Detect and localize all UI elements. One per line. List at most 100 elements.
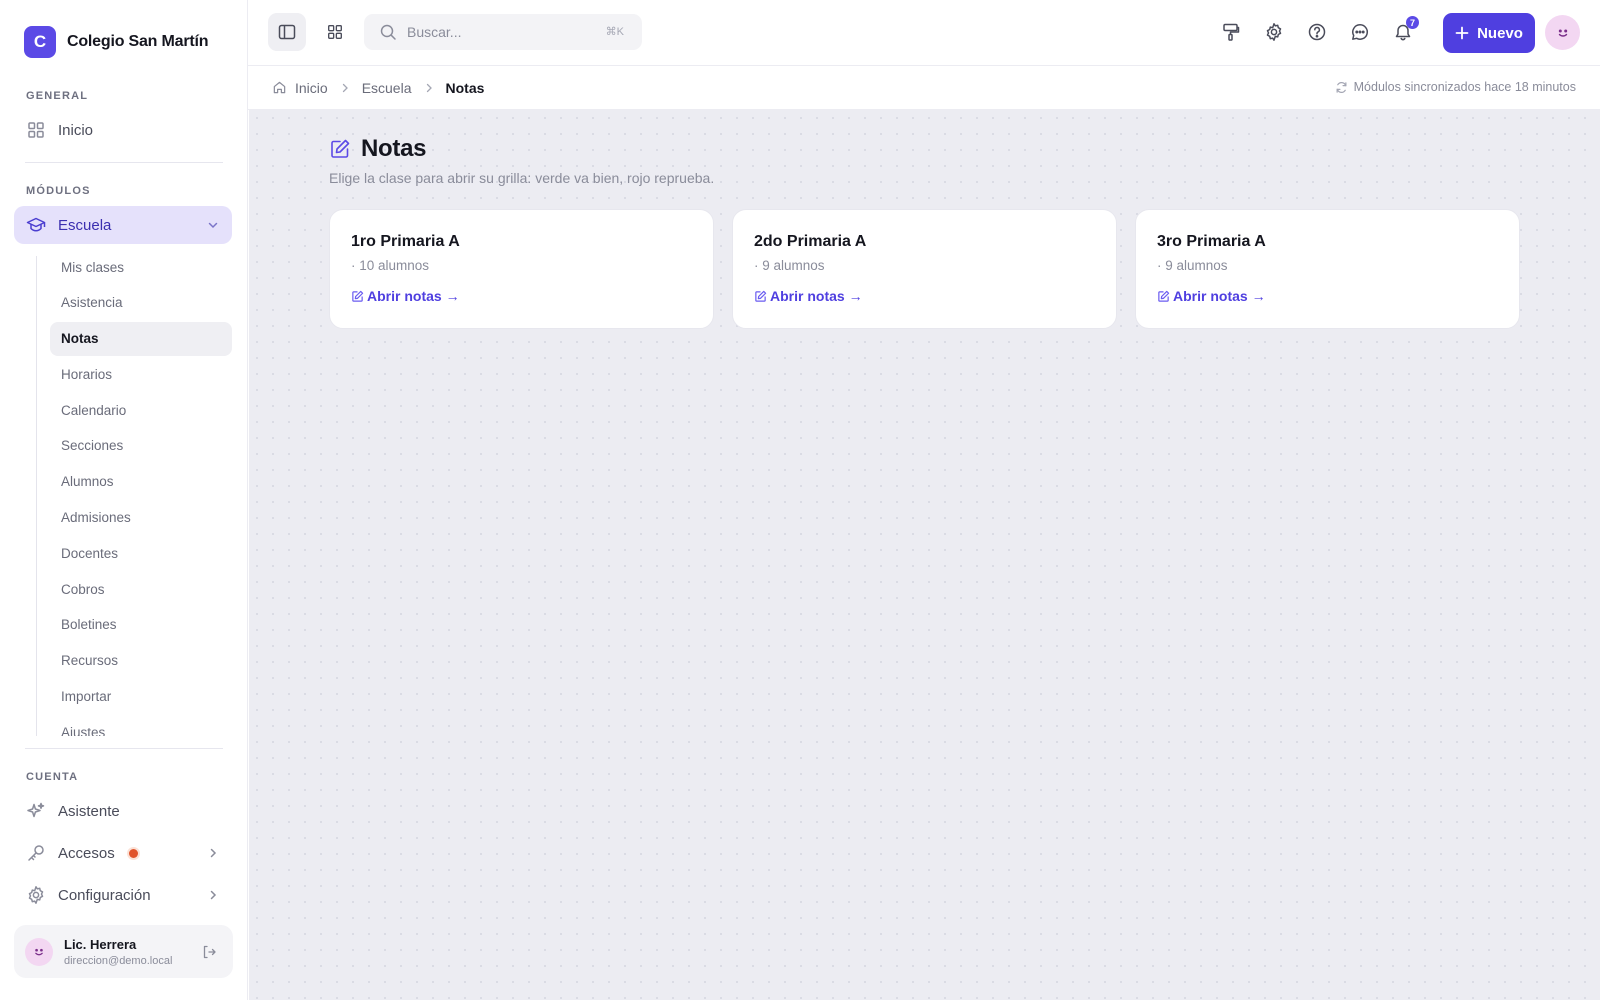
edit-icon bbox=[329, 138, 351, 160]
settings-button[interactable] bbox=[1255, 13, 1293, 51]
sidebar-item-accesos[interactable]: Accesos bbox=[14, 834, 232, 872]
sidebar-item-label: Escuela bbox=[58, 216, 112, 234]
class-card[interactable]: 3ro Primaria A · 9 alumnos Abrir notas → bbox=[1135, 209, 1520, 329]
breadcrumb: Inicio Escuela Notas Módulos sincronizad… bbox=[248, 66, 1600, 110]
edit-icon bbox=[1158, 290, 1170, 302]
notifications-button[interactable]: 7 bbox=[1384, 13, 1422, 51]
open-grades-label: Abrir notas → bbox=[770, 288, 863, 304]
new-button[interactable]: Nuevo bbox=[1443, 13, 1535, 53]
page-header: Notas bbox=[329, 135, 426, 163]
chevron-right-icon bbox=[206, 846, 220, 860]
submenu-item-notas[interactable]: Notas bbox=[50, 321, 232, 356]
submenu-item-recursos[interactable]: Recursos bbox=[50, 644, 232, 678]
messages-button[interactable] bbox=[1341, 13, 1379, 51]
chat-icon bbox=[1352, 24, 1369, 40]
breadcrumb-current: Notas bbox=[445, 79, 485, 96]
divider bbox=[25, 748, 223, 749]
school-submenu: Mis clases Asistencia Notas Horarios Calenda… bbox=[50, 250, 232, 736]
submenu-rail bbox=[36, 256, 37, 736]
gear-icon bbox=[26, 885, 46, 905]
submenu-item-mis-clases[interactable]: Mis clases bbox=[50, 250, 232, 284]
user-name: Lic. Herrera bbox=[64, 936, 137, 952]
paint-roller-icon bbox=[1223, 23, 1240, 41]
section-label-account: CUENTA bbox=[26, 771, 79, 783]
new-button-label: Nuevo bbox=[1477, 24, 1523, 42]
topbar: ⌘K 7 Nuevo bbox=[248, 0, 1600, 66]
section-label-modules: MÓDULOS bbox=[26, 185, 91, 197]
apps-button[interactable] bbox=[316, 13, 354, 51]
user-email: direccion@demo.local bbox=[64, 954, 173, 967]
open-grades-link[interactable]: Abrir notas → bbox=[754, 288, 863, 304]
sidebar-item-asistente[interactable]: Asistente bbox=[14, 792, 232, 830]
avatar bbox=[25, 937, 53, 966]
submenu-item-calendario[interactable]: Calendario bbox=[50, 393, 232, 427]
open-grades-link[interactable]: Abrir notas → bbox=[1157, 288, 1266, 304]
plus-icon bbox=[1455, 26, 1469, 40]
chevron-right-icon bbox=[339, 82, 351, 94]
section-label-general: GENERAL bbox=[26, 90, 89, 102]
open-grades-label: Abrir notas → bbox=[367, 288, 460, 304]
main-content: Notas Elige la clase para abrir su grill… bbox=[249, 110, 1600, 1000]
edit-icon bbox=[352, 290, 364, 302]
grid-icon bbox=[26, 120, 46, 140]
sidebar-item-inicio[interactable]: Inicio bbox=[14, 111, 232, 149]
breadcrumb-section[interactable]: Escuela bbox=[362, 80, 412, 96]
chevron-down-icon bbox=[206, 218, 220, 232]
submenu-item-secciones[interactable]: Secciones bbox=[50, 429, 232, 463]
graduation-cap-icon bbox=[26, 215, 46, 235]
brand[interactable]: C Colegio San Martín bbox=[24, 26, 209, 58]
class-name: 2do Primaria A bbox=[754, 233, 867, 250]
submenu-item-importar[interactable]: Importar bbox=[50, 680, 232, 714]
open-grades-link[interactable]: Abrir notas → bbox=[351, 288, 460, 304]
search-box[interactable]: ⌘K bbox=[364, 14, 642, 50]
sidebar-item-label: Accesos bbox=[58, 844, 115, 862]
user-card[interactable]: Lic. Herrera direccion@demo.local bbox=[14, 925, 233, 978]
sync-icon bbox=[1336, 81, 1347, 93]
home-icon bbox=[272, 80, 287, 95]
submenu-item-alumnos[interactable]: Alumnos bbox=[50, 465, 232, 499]
smiley-icon bbox=[35, 948, 43, 955]
brand-logo: C bbox=[24, 26, 56, 58]
class-student-count: · 9 alumnos bbox=[754, 258, 825, 273]
key-icon bbox=[26, 843, 46, 863]
submenu-item-admisiones[interactable]: Admisiones bbox=[50, 501, 232, 535]
sidebar-item-configuracion[interactable]: Configuración bbox=[14, 876, 232, 914]
class-card[interactable]: 2do Primaria A · 9 alumnos Abrir notas → bbox=[732, 209, 1117, 329]
class-name: 1ro Primaria A bbox=[351, 233, 460, 250]
sidebar-item-label: Inicio bbox=[58, 121, 94, 139]
sparkles-icon bbox=[26, 801, 46, 821]
gear-icon bbox=[1266, 23, 1282, 41]
sync-status-text: Módulos sincronizados hace 18 minutos bbox=[1353, 80, 1576, 94]
breadcrumb-home[interactable]: Inicio bbox=[295, 80, 328, 96]
avatar[interactable] bbox=[1545, 15, 1580, 50]
paint-roller-button[interactable] bbox=[1212, 13, 1250, 51]
submenu-item-ajustes[interactable]: Ajustes bbox=[50, 715, 232, 736]
search-icon bbox=[379, 23, 397, 41]
page-title: Notas bbox=[361, 135, 427, 162]
search-input[interactable] bbox=[407, 24, 587, 40]
class-student-count: · 9 alumnos bbox=[1157, 258, 1228, 273]
logout-icon[interactable] bbox=[201, 944, 217, 960]
chevron-right-icon bbox=[206, 888, 220, 902]
smiley-icon bbox=[1558, 28, 1567, 37]
edit-icon bbox=[755, 290, 767, 302]
class-card[interactable]: 1ro Primaria A · 10 alumnos Abrir notas … bbox=[329, 209, 714, 329]
submenu-item-cobros[interactable]: Cobros bbox=[50, 572, 232, 606]
sidebar-toggle-icon bbox=[278, 24, 296, 40]
class-student-count: · 10 alumnos bbox=[351, 258, 430, 273]
sidebar-item-label: Asistente bbox=[58, 802, 120, 820]
sidebar-item-escuela[interactable]: Escuela bbox=[14, 206, 232, 244]
sidebar-item-label: Configuración bbox=[58, 886, 151, 904]
brand-name: Colegio San Martín bbox=[67, 33, 209, 50]
page-subtitle: Elige la clase para abrir su grilla: ver… bbox=[329, 170, 715, 186]
toggle-sidebar-button[interactable] bbox=[268, 13, 306, 51]
help-button[interactable] bbox=[1298, 13, 1336, 51]
submenu-item-asistencia[interactable]: Asistencia bbox=[50, 286, 232, 320]
class-name: 3ro Primaria A bbox=[1157, 233, 1266, 250]
submenu-item-docentes[interactable]: Docentes bbox=[50, 536, 232, 570]
notification-badge: 7 bbox=[1406, 16, 1419, 29]
search-shortcut: ⌘K bbox=[605, 26, 624, 38]
sync-status: Módulos sincronizados hace 18 minutos bbox=[1335, 80, 1576, 94]
submenu-item-boletines[interactable]: Boletines bbox=[50, 608, 232, 642]
submenu-item-horarios[interactable]: Horarios bbox=[50, 357, 232, 391]
